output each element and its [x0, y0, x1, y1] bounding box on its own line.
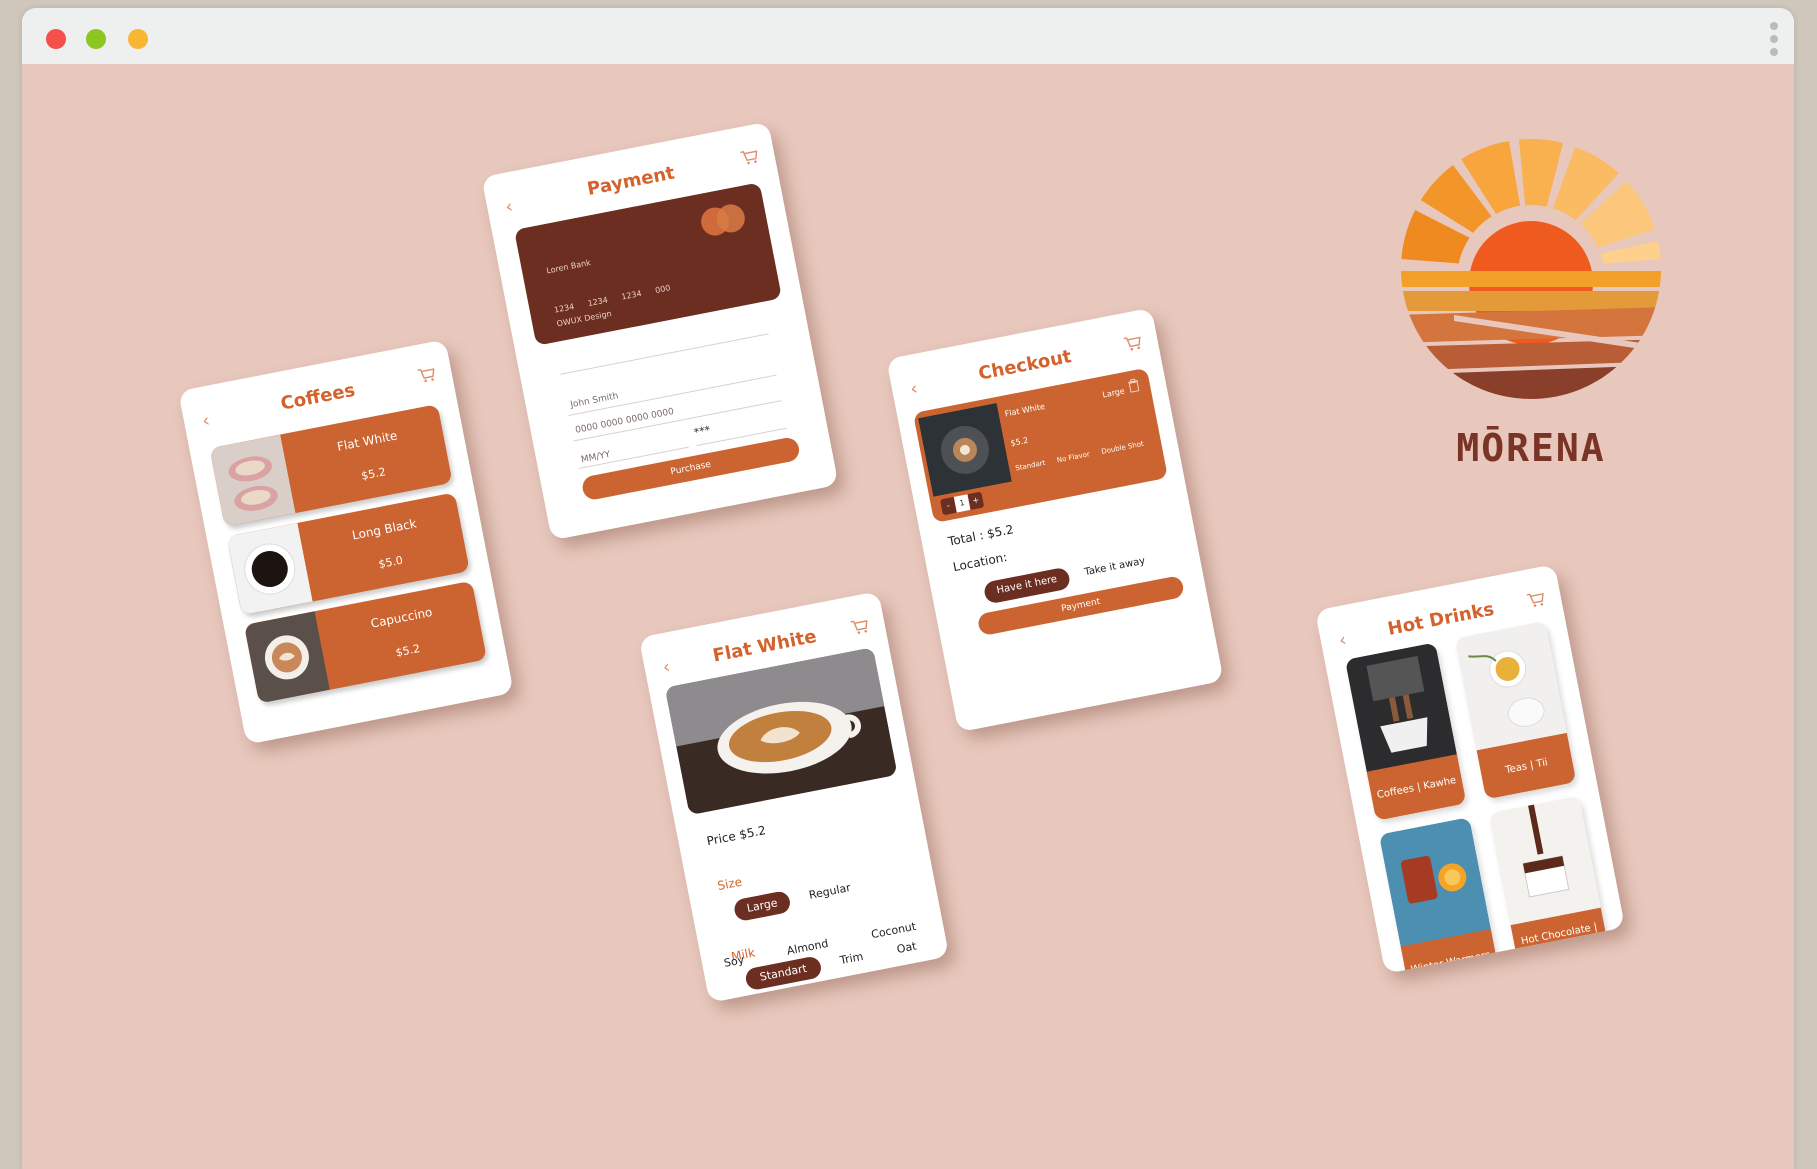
checkout-item-name: Flat White — [1004, 401, 1046, 419]
milk-coconut-option[interactable]: Coconut — [870, 920, 917, 941]
category-hot-chocolate[interactable]: Hot Chocolate | Tiakarete Wera — [1488, 795, 1611, 974]
category-coffees[interactable]: Coffees | Kawhe — [1344, 642, 1467, 821]
flat-white-hero-photo — [664, 647, 898, 816]
purchase-button[interactable]: Purchase — [580, 435, 802, 502]
cvv-field[interactable]: *** — [693, 423, 712, 439]
close-window-button[interactable] — [46, 29, 66, 49]
total-label: Total : $5.2 — [946, 522, 1015, 549]
checkout-screen: ‹ Checkout Flat White Large $5.2 Standar… — [886, 307, 1224, 733]
minimize-window-button[interactable] — [86, 29, 106, 49]
size-regular-option[interactable]: Regular — [808, 881, 852, 902]
payment-screen: ‹ Payment Loren Bank 1234 1234 1234 000 OWU… — [481, 121, 839, 541]
cart-icon[interactable] — [739, 146, 760, 167]
milk-trim-option[interactable]: Trim — [839, 950, 864, 967]
category-teas[interactable]: Teas | Tii — [1454, 620, 1577, 800]
coffees-screen: ‹ Coffees Flat White $5.2 Long Black $5.… — [178, 339, 514, 745]
quantity-stepper[interactable]: - 1 + — [939, 491, 985, 516]
item-name: Long Black — [350, 516, 418, 543]
cart-icon[interactable] — [1122, 332, 1143, 353]
item-price: $5.0 — [377, 553, 404, 572]
item-price: $5.2 — [394, 641, 422, 660]
location-label: Location: — [951, 549, 1009, 575]
title-bar — [22, 8, 1794, 64]
checkout-item-size: Large — [1101, 386, 1126, 400]
size-label: Size — [716, 874, 744, 894]
flat-white-photo — [209, 434, 296, 527]
brand-name: MŌRENA — [1456, 426, 1606, 470]
long-black-photo — [226, 522, 313, 616]
trash-icon[interactable] — [1127, 377, 1141, 393]
price-label: Price $5.2 — [705, 823, 767, 849]
capuccino-photo — [243, 611, 330, 704]
checkout-item-card: Flat White Large $5.2 Standart No Flavor D… — [912, 367, 1168, 524]
take-away-button[interactable]: Take it away — [1084, 556, 1147, 579]
card-brand-icon — [701, 204, 745, 236]
size-large-option[interactable]: Large — [732, 889, 792, 923]
sunset-logo-icon — [1401, 139, 1661, 399]
cart-icon[interactable] — [416, 364, 437, 385]
kebab-icon[interactable] — [1770, 22, 1778, 56]
cart-icon[interactable] — [1525, 589, 1546, 610]
field-divider — [560, 333, 769, 375]
card-bank-name: Loren Bank — [545, 258, 592, 276]
item-price: $5.2 — [360, 465, 387, 483]
milk-almond-option[interactable]: Almond — [786, 937, 830, 958]
flat-white-photo — [918, 402, 1012, 497]
checkout-item-price: $5.2 — [1009, 435, 1029, 448]
browser-window: ‹ Coffees Flat White $5.2 Long Black $5.… — [22, 8, 1794, 1169]
checkout-item-options: Standart No Flavor Double Shot — [1014, 439, 1145, 473]
cart-icon[interactable] — [849, 616, 870, 637]
item-name: Flat White — [335, 428, 399, 454]
category-winter-warmers[interactable]: Winter Warmers — [1378, 817, 1501, 974]
milk-oat-option[interactable]: Oat — [896, 940, 918, 957]
milk-soy-option[interactable]: Soy — [723, 953, 745, 970]
item-name: Capuccino — [369, 604, 434, 631]
hot-drinks-screen: ‹ Hot Drinks Coffees | Kawhe Teas | Tii … — [1314, 564, 1626, 974]
card-number: 1234 1234 1234 000 — [553, 283, 672, 315]
increment-button[interactable]: + — [967, 492, 984, 510]
design-canvas: ‹ Coffees Flat White $5.2 Long Black $5.… — [22, 64, 1794, 1169]
maximize-window-button[interactable] — [128, 29, 148, 49]
